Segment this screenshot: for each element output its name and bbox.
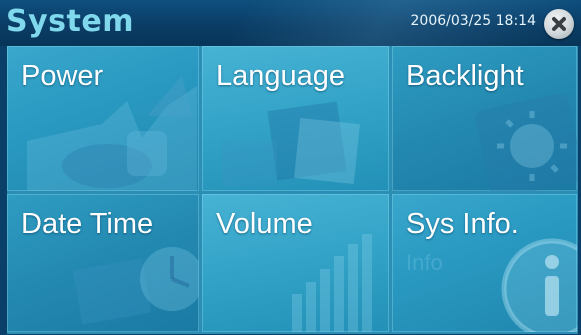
date-time-label: Date Time — [21, 208, 154, 240]
title-bar: System 2006/03/25 18:14 — [0, 0, 581, 46]
sys-info-tile[interactable]: Sys Info. Info — [392, 194, 577, 332]
language-label: Language — [216, 60, 346, 92]
power-label: Power — [21, 60, 104, 92]
sys-info-label: Sys Info. — [406, 208, 519, 240]
system-screen: System 2006/03/25 18:14 Power Language B… — [0, 0, 581, 335]
backlight-tile[interactable]: Backlight — [392, 46, 577, 191]
close-icon — [552, 17, 566, 31]
volume-tile[interactable]: Volume — [202, 194, 389, 332]
screen-title: System — [6, 4, 134, 39]
date-time-tile[interactable]: Date Time — [7, 194, 199, 332]
datetime-display: 2006/03/25 18:14 — [410, 13, 537, 29]
settings-grid: Power Language Backlight Date Time Volum… — [7, 46, 578, 334]
info-watermark: Info — [406, 250, 443, 275]
backlight-label: Backlight — [406, 60, 524, 92]
power-tile[interactable]: Power — [7, 46, 199, 191]
language-tile[interactable]: Language — [202, 46, 389, 191]
close-button[interactable] — [544, 9, 574, 39]
volume-label: Volume — [216, 208, 313, 240]
